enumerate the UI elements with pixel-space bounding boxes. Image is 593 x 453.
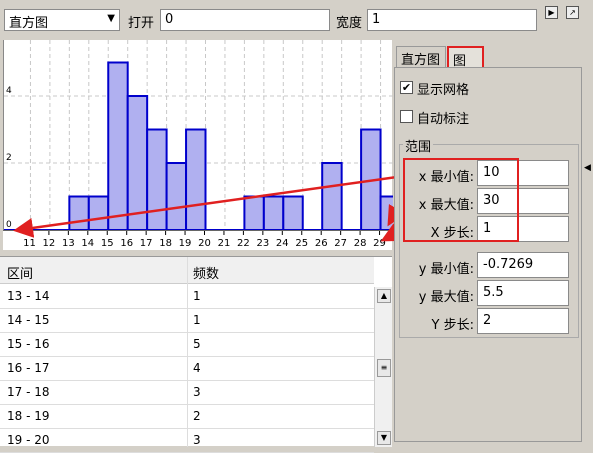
range-field-input[interactable]: 5.5 xyxy=(477,280,569,306)
frequency-cell: 3 xyxy=(193,433,201,447)
bar xyxy=(87,195,110,231)
vertical-scrollbar[interactable]: ▲ ≡ ▼ xyxy=(374,287,392,447)
y-tick-label: 0 xyxy=(6,220,12,230)
auto-label-label: 自动标注 xyxy=(417,112,470,127)
width-input[interactable]: 1 xyxy=(367,9,537,31)
x-tick-label: 18 xyxy=(159,238,172,249)
interval-cell: 15 - 16 xyxy=(7,337,50,351)
scroll-up-icon[interactable]: ▲ xyxy=(377,289,391,303)
range-group-title: 范围 xyxy=(403,136,434,155)
export-icon[interactable]: ↗ xyxy=(566,6,579,19)
frequency-cell: 1 xyxy=(193,289,201,303)
range-field-label: Y 步长: xyxy=(431,318,474,333)
open-input[interactable]: 0 xyxy=(160,9,330,31)
toolbar: 直方图 ▼ 打开 0 宽度 1 ▶ ↗ xyxy=(0,0,593,40)
tab-bar: 直方图 图象 xyxy=(392,40,593,88)
chart-type-value: 直方图 xyxy=(9,16,49,31)
interval-cell: 17 - 18 xyxy=(7,385,50,399)
frequency-cell: 2 xyxy=(193,409,201,423)
collapse-arrow-icon[interactable]: ◀ xyxy=(584,163,591,173)
auto-label-checkbox[interactable] xyxy=(400,110,413,123)
x-tick-label: 12 xyxy=(43,238,56,249)
x-tick-label: 27 xyxy=(334,238,347,249)
histogram-svg: 024 xyxy=(4,40,401,250)
bar xyxy=(262,195,285,231)
bar xyxy=(146,128,168,231)
frequency-cell: 1 xyxy=(193,313,201,327)
show-grid-checkbox[interactable]: ✔ xyxy=(400,81,413,94)
bar xyxy=(185,128,207,231)
bar xyxy=(165,162,188,231)
x-tick-label: 25 xyxy=(295,238,308,249)
table-row[interactable]: 16 - 17 4 xyxy=(0,357,374,381)
x-tick-label: 20 xyxy=(198,238,211,249)
x-tick-label: 15 xyxy=(101,238,114,249)
x-tick-label: 22 xyxy=(237,238,250,249)
bar xyxy=(321,162,343,231)
show-grid-label: 显示网格 xyxy=(417,83,470,98)
bar xyxy=(243,195,265,231)
x-axis-svg: 11 12 13 14 15 16 17 18 19 20 21 22 23 24 25 26 27 28 29 xyxy=(23,231,386,249)
range-field-input[interactable]: -0.7269 xyxy=(477,252,569,278)
x-tick-label: 26 xyxy=(315,238,328,249)
tab-image[interactable]: 图象 xyxy=(447,46,484,88)
x-tick-label: 29 xyxy=(373,238,386,249)
frequency-cell: 4 xyxy=(193,361,201,375)
range-field-label: y 最小值: xyxy=(418,262,474,277)
play-icon[interactable]: ▶ xyxy=(545,6,558,19)
width-label: 宽度 xyxy=(336,16,363,31)
table-row[interactable]: 15 - 16 5 xyxy=(0,333,374,357)
y-tick-label: 2 xyxy=(6,153,12,163)
table-row[interactable]: 18 - 19 2 xyxy=(0,405,374,429)
x-tick-label: 24 xyxy=(276,238,289,249)
interval-cell: 14 - 15 xyxy=(7,313,50,327)
open-value: 0 xyxy=(165,12,174,27)
chart-type-select[interactable]: 直方图 ▼ xyxy=(4,9,120,31)
width-value: 1 xyxy=(372,12,381,27)
bar xyxy=(379,195,401,231)
frequency-cell: 3 xyxy=(193,385,201,399)
bar xyxy=(107,61,129,231)
x-tick-label: 16 xyxy=(120,238,133,249)
x-tick-label: 23 xyxy=(256,238,269,249)
x-tick-label: 17 xyxy=(140,238,153,249)
range-field-input[interactable]: 2 xyxy=(477,308,569,334)
interval-cell: 18 - 19 xyxy=(7,409,50,423)
table-row[interactable]: 13 - 14 1 xyxy=(0,285,374,309)
scroll-thumb[interactable]: ≡ xyxy=(377,359,391,377)
highlight-x-fields xyxy=(403,158,519,242)
chevron-down-icon: ▼ xyxy=(107,13,115,24)
interval-cell: 19 - 20 xyxy=(7,433,50,447)
bar xyxy=(360,128,382,231)
x-tick-label: 13 xyxy=(62,238,75,249)
y-tick-label: 4 xyxy=(6,86,12,96)
tab-histogram-label: 直方图 xyxy=(401,53,441,68)
bar xyxy=(282,195,304,231)
x-tick-label: 21 xyxy=(218,238,231,249)
interval-cell: 13 - 14 xyxy=(7,289,50,303)
scroll-down-icon[interactable]: ▼ xyxy=(377,431,391,445)
range-field-value: 5.5 xyxy=(483,285,504,300)
range-field-value: 2 xyxy=(483,313,492,328)
range-field-label: y 最大值: xyxy=(418,290,474,305)
header-interval: 区间 xyxy=(7,267,34,282)
x-axis: 11 12 13 14 15 16 17 18 19 20 21 22 23 24 25 26 27 28 29 xyxy=(3,230,392,250)
frequency-cell: 5 xyxy=(193,337,201,351)
range-field-value: -0.7269 xyxy=(483,257,534,272)
x-tick-label: 14 xyxy=(81,238,94,249)
table-row[interactable]: 14 - 15 1 xyxy=(0,309,374,333)
frequency-table: 区间 频数 13 - 14 1 14 - 15 1 15 - 16 5 16 - 17 4 17… xyxy=(0,256,392,453)
x-tick-label: 19 xyxy=(179,238,192,249)
bar xyxy=(126,95,149,231)
header-frequency: 频数 xyxy=(193,267,220,282)
interval-cell: 16 - 17 xyxy=(7,361,50,375)
bar xyxy=(68,195,90,231)
tab-histogram[interactable]: 直方图 xyxy=(396,46,446,68)
table-row[interactable]: 17 - 18 3 xyxy=(0,381,374,405)
histogram-chart: 024 xyxy=(3,40,401,250)
x-tick-label: 11 xyxy=(23,238,36,249)
x-tick-label: 28 xyxy=(354,238,367,249)
open-label: 打开 xyxy=(128,16,155,31)
table-row[interactable]: 19 - 20 3 xyxy=(0,429,374,453)
